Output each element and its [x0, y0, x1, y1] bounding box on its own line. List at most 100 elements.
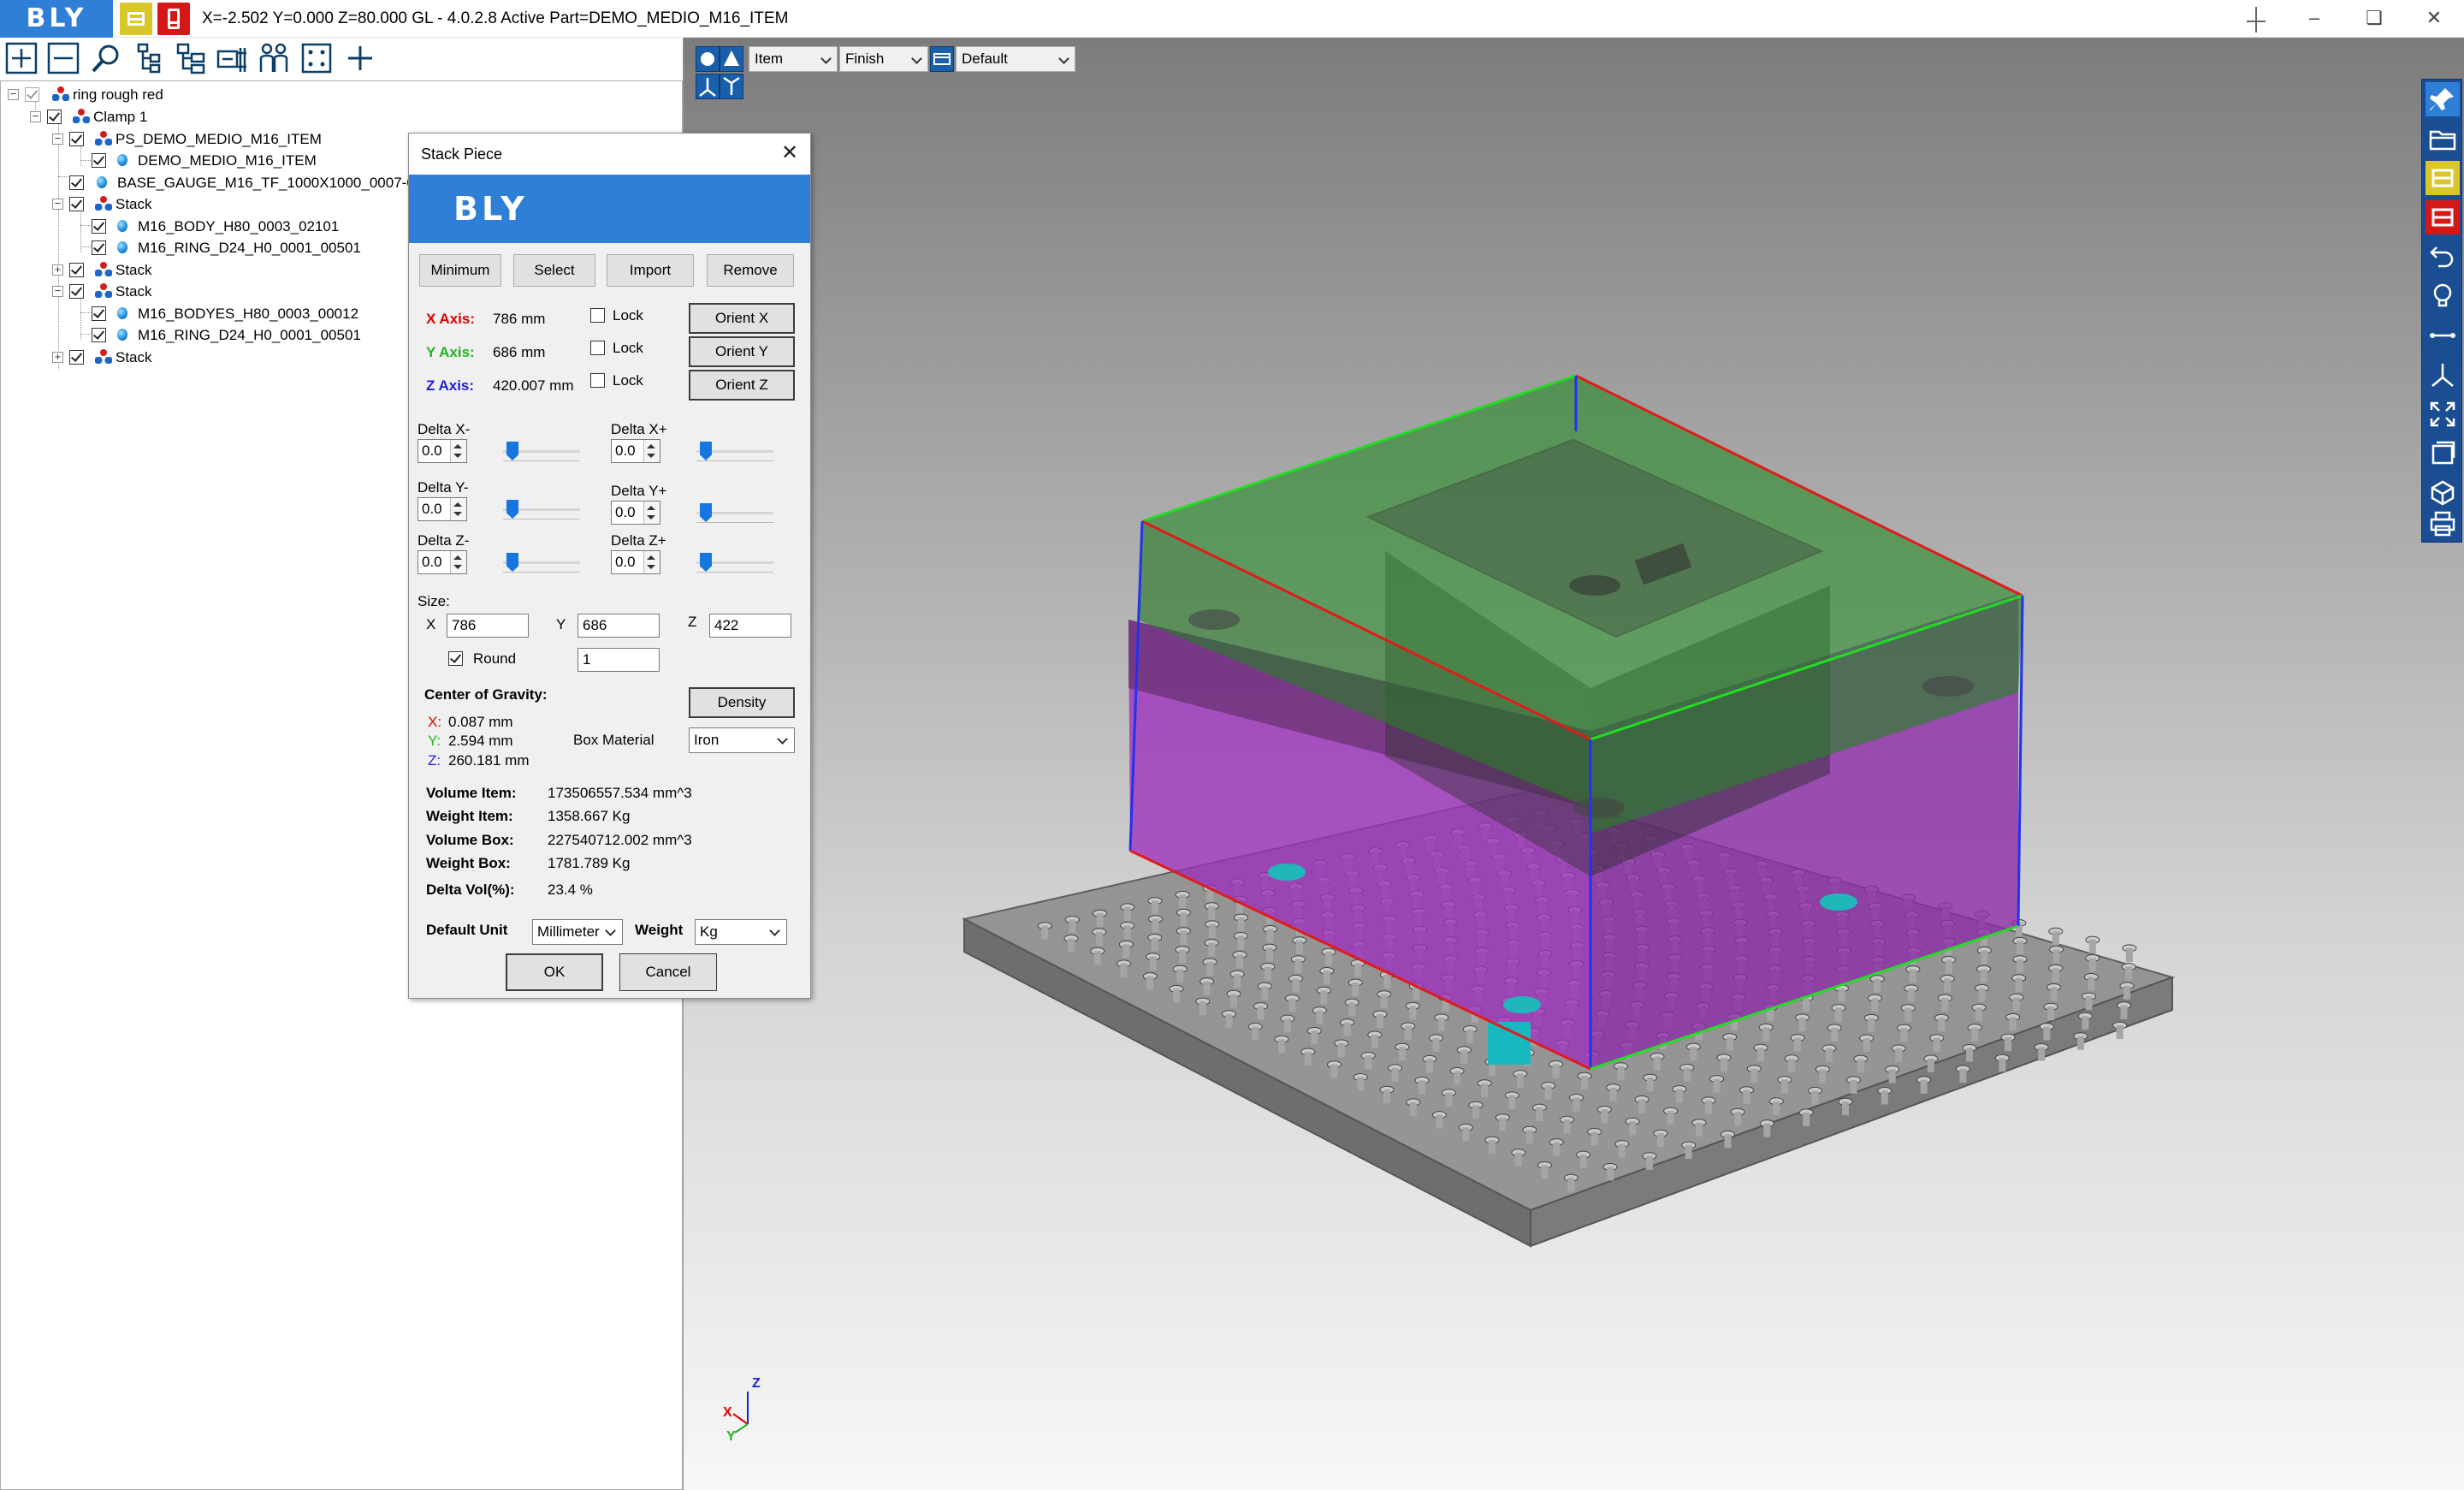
size-z-input[interactable]: 422 [709, 614, 791, 638]
orient-y-button[interactable]: Orient Y [689, 336, 795, 367]
size-y-input[interactable]: 686 [578, 614, 660, 638]
weight-unit-select[interactable]: Kg [695, 919, 787, 945]
item-combo[interactable]: Item [749, 46, 838, 72]
lock-x-checkbox[interactable] [590, 308, 605, 323]
pin-icon[interactable] [2426, 82, 2460, 116]
close-button[interactable]: ✕ [2404, 0, 2464, 38]
tree-item[interactable]: − Clamp 1 [28, 106, 285, 128]
tree-checkbox[interactable] [69, 197, 84, 211]
minimum-button[interactable]: Minimum [419, 254, 501, 287]
delta-x-minus-slider[interactable] [503, 440, 580, 466]
delta-y-minus-slider[interactable] [503, 498, 580, 524]
tree-checkbox[interactable] [92, 153, 106, 168]
view-combo[interactable]: Default [956, 46, 1075, 72]
tree-checkbox[interactable] [69, 263, 84, 277]
collapse-toggle-icon[interactable]: − [30, 110, 41, 122]
delta-z-plus-input[interactable]: 0.0 [611, 550, 660, 574]
delta-x-plus-input[interactable]: 0.0 [611, 439, 660, 463]
tree-item[interactable]: − PS_DEMO_MEDIO_M16_ITEM [50, 128, 393, 150]
default-unit-select[interactable]: Millimeter [532, 919, 623, 945]
axis-triad-icon[interactable] [2426, 358, 2460, 392]
tree-checkbox[interactable] [69, 284, 84, 299]
orient-z-button[interactable]: Orient Z [689, 370, 795, 401]
delta-x-plus-slider[interactable] [696, 440, 773, 466]
expand-toggle-icon[interactable]: + [52, 351, 63, 363]
tree-checkbox[interactable] [69, 175, 84, 190]
size-x-input[interactable]: 786 [447, 614, 529, 638]
search-icon[interactable] [88, 41, 124, 77]
tree-checkbox[interactable] [47, 110, 62, 124]
density-button[interactable]: Density [689, 687, 795, 718]
tree-item[interactable]: DEMO_MEDIO_M16_ITEM [90, 150, 432, 171]
people-icon[interactable] [256, 41, 292, 77]
delta-x-minus-input[interactable]: 0.0 [418, 439, 467, 463]
shading-icon[interactable] [696, 46, 720, 72]
import-button[interactable]: Import [607, 254, 694, 287]
collapse-toggle-icon[interactable]: − [52, 285, 63, 297]
add-icon[interactable] [342, 41, 378, 77]
yellow-panel-button[interactable] [120, 3, 152, 35]
wireframe-icon[interactable] [720, 46, 743, 72]
3d-scene[interactable] [684, 38, 2464, 1490]
collapse-toggle-icon[interactable]: − [52, 133, 63, 145]
3d-viewport[interactable]: Item Finish Default Z X Y [683, 38, 2464, 1490]
orient-x-button[interactable]: Orient X [689, 303, 795, 334]
tree-checkbox[interactable] [92, 328, 106, 342]
tree-checkbox[interactable] [92, 219, 106, 234]
collapse-all-icon[interactable] [45, 41, 81, 77]
tree-item[interactable]: M16_RING_D24_H0_0001_00501 [90, 237, 432, 258]
close-icon[interactable]: ✕ [776, 140, 803, 168]
window-icon[interactable] [2426, 436, 2460, 471]
expand-toggle-icon[interactable]: + [52, 264, 63, 276]
collapse-toggle-icon[interactable]: − [52, 198, 63, 210]
tree-checkbox[interactable] [92, 240, 106, 255]
tree-item[interactable]: − Stack [50, 193, 307, 215]
minimize-button[interactable]: – [2284, 0, 2344, 38]
solid-view-icon[interactable] [2426, 476, 2460, 510]
tree-item[interactable]: M16_BODYES_H80_0003_00012 [90, 303, 432, 324]
box-material-select[interactable]: Iron [689, 727, 795, 753]
print-icon[interactable] [2426, 507, 2460, 541]
open-folder-icon[interactable] [2426, 122, 2460, 156]
red-panel-icon[interactable] [2426, 200, 2460, 234]
delta-z-minus-input[interactable]: 0.0 [418, 550, 467, 574]
delta-y-plus-slider[interactable] [696, 502, 773, 527]
tree-item[interactable]: + Stack [50, 347, 307, 368]
red-panel-button[interactable] [157, 3, 190, 35]
delta-z-minus-slider[interactable] [503, 551, 580, 577]
lightbulb-icon[interactable] [2426, 279, 2460, 313]
delta-y-minus-input[interactable]: 0.0 [418, 497, 467, 521]
cancel-button[interactable]: Cancel [619, 953, 717, 991]
ok-button[interactable]: OK [506, 953, 603, 991]
delta-y-plus-input[interactable]: 0.0 [611, 501, 660, 525]
axis-down-icon[interactable] [720, 74, 743, 99]
round-checkbox[interactable] [448, 651, 463, 666]
lock-z-checkbox[interactable] [590, 373, 605, 388]
remove-button[interactable]: Remove [707, 254, 794, 287]
app-logo[interactable]: BLY [0, 0, 113, 38]
tree-checkbox[interactable] [92, 306, 106, 321]
tree-checkbox[interactable] [25, 87, 39, 102]
hierarchy-icon[interactable] [174, 41, 210, 77]
finish-combo[interactable]: Finish [839, 46, 928, 72]
collapse-toggle-icon[interactable]: − [8, 88, 19, 100]
expand-all-icon[interactable] [3, 41, 39, 77]
delta-z-plus-slider[interactable] [696, 551, 773, 577]
pin-icon[interactable] [2243, 5, 2269, 34]
tree-item[interactable]: − Stack [50, 281, 307, 302]
dimension-icon[interactable] [215, 41, 251, 77]
undo-icon[interactable] [2426, 240, 2460, 274]
fit-select-icon[interactable] [299, 41, 335, 77]
tree-item[interactable]: + Stack [50, 259, 307, 281]
tree-checkbox[interactable] [69, 132, 84, 146]
measure-icon[interactable] [2426, 318, 2460, 353]
tree-item[interactable]: M16_RING_D24_H0_0001_00501 [90, 324, 432, 346]
view-icon[interactable] [930, 46, 954, 72]
maximize-button[interactable]: ❏ [2344, 0, 2404, 38]
zoom-fit-icon[interactable] [2426, 397, 2460, 431]
tree-structure-icon[interactable] [131, 41, 167, 77]
yellow-panel-icon[interactable] [2426, 161, 2460, 195]
lock-y-checkbox[interactable] [590, 341, 605, 355]
axis-up-icon[interactable] [696, 74, 720, 99]
tree-item[interactable]: M16_BODY_H80_0003_02101 [90, 216, 432, 237]
